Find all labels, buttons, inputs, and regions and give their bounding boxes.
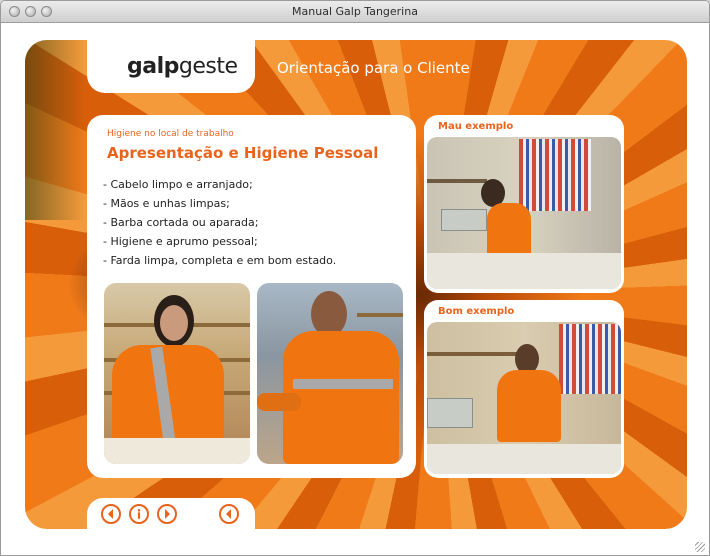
good-example-photo [427,322,621,474]
back-button[interactable] [101,504,121,524]
galpgeste-logo: galpgeste [127,54,238,79]
page-title: Orientação para o Cliente [277,59,470,77]
bad-example-label: Mau exemplo [438,121,514,132]
info-button[interactable] [129,504,149,524]
return-button[interactable] [219,504,239,524]
forward-button[interactable] [157,504,177,524]
section-kicker: Higiene no local de trabalho [107,129,234,139]
app-window: Manual Galp Tangerina galpgeste Orientaç… [0,0,710,556]
list-item: - Barba cortada ou aparada; [103,216,259,229]
good-example-card: Bom exemplo [424,300,624,478]
list-item: - Mãos e unhas limpas; [103,197,230,210]
list-item: - Cabelo limpo e arranjado; [103,178,253,191]
good-example-label: Bom exemplo [438,306,515,317]
content-panel: Higiene no local de trabalho Apresentaçã… [87,115,416,478]
resize-grip[interactable] [695,542,705,552]
list-item: - Higiene e aprumo pessoal; [103,235,258,248]
logo-tab: galpgeste [87,40,255,93]
navigation-bar [87,498,255,529]
list-item: - Farda limpa, completa e em bom estado. [103,254,337,267]
section-heading: Apresentação e Higiene Pessoal [107,144,379,162]
female-attendant-photo [104,283,250,464]
bad-example-photo [427,137,621,289]
window-title: Manual Galp Tangerina [292,5,418,18]
male-attendant-photo [257,283,403,464]
title-bar: Manual Galp Tangerina [1,1,709,23]
bad-example-card: Mau exemplo [424,115,624,293]
hygiene-list: - Cabelo limpo e arranjado; - Mãos e unh… [103,175,336,270]
